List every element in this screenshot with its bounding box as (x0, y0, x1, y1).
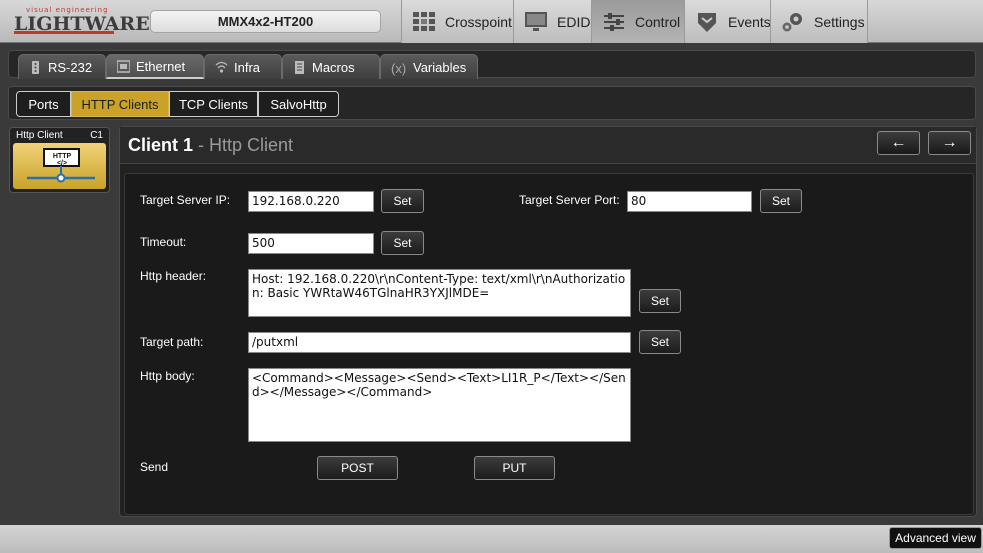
set-timeout-button[interactable]: Set (381, 231, 424, 255)
send-label: Send (140, 460, 169, 474)
timeout-input[interactable]: 500 (248, 233, 374, 254)
lightware-logo: visual engineering LIGHTWARE (12, 6, 150, 36)
tab-variables[interactable]: (x) Variables (380, 54, 478, 79)
subtab-http-clients[interactable]: HTTP Clients (71, 91, 169, 117)
client-type: Http Client (209, 135, 294, 155)
tab-rs232[interactable]: RS-232 (18, 54, 106, 79)
ethernet-port-icon (116, 59, 131, 73)
tab-ethernet[interactable]: Ethernet (106, 54, 204, 79)
tile-badge: HTTP </> (52, 153, 72, 167)
arrow-right-icon: → (941, 134, 958, 151)
subtab-tcp-clients[interactable]: TCP Clients (169, 91, 258, 117)
nav-edid-label: EDID (557, 13, 591, 30)
tab-ethernet-label: Ethernet (136, 58, 186, 74)
tab-infra[interactable]: Infra (204, 54, 282, 79)
bottom-bar (0, 525, 983, 553)
target-ip-label: Target Server IP: (140, 193, 231, 207)
serial-port-icon (29, 60, 42, 74)
target-port-input[interactable]: 80 (627, 191, 752, 212)
target-ip-input[interactable]: 192.168.0.220 (248, 191, 374, 212)
crosspoint-grid-icon (412, 11, 436, 33)
control-tab-bar: RS-232 Ethernet Infra Macros (x) Variabl… (8, 50, 976, 79)
advanced-view-button[interactable]: Advanced view (889, 527, 982, 549)
arrow-left-icon: ← (890, 134, 907, 151)
timeout-label: Timeout: (140, 235, 187, 249)
nav-edid[interactable]: EDID (513, 0, 591, 43)
tile-title: Http Client (16, 130, 63, 141)
http-header-label: Http header: (140, 269, 207, 283)
monitor-icon (524, 11, 548, 33)
http-header-textarea[interactable]: Host: 192.168.0.220\r\nContent-Type: tex… (248, 269, 631, 317)
http-client-tile[interactable]: Http Client C1 HTTP </> (9, 127, 110, 193)
panel-title: Client 1 - Http Client (128, 135, 293, 156)
set-http-header-button[interactable]: Set (639, 289, 681, 313)
gears-icon (781, 11, 805, 33)
subtab-ports[interactable]: Ports (16, 91, 71, 117)
infrared-icon (215, 61, 228, 74)
nav-control-label: Control (635, 13, 681, 30)
target-port-label: Target Server Port: (519, 193, 620, 207)
target-path-input[interactable]: /putxml (248, 332, 631, 353)
tile-body: HTTP </> (13, 143, 106, 189)
device-name-field[interactable]: MMX4x2-HT200 (150, 10, 381, 33)
sliders-icon (602, 11, 626, 33)
set-target-path-button[interactable]: Set (639, 330, 681, 354)
put-button[interactable]: PUT (474, 456, 555, 480)
next-client-button[interactable]: → (928, 131, 971, 155)
nav-settings[interactable]: Settings (770, 0, 868, 43)
tab-variables-label: Variables (413, 59, 467, 75)
tile-header: Http Client C1 (10, 128, 109, 142)
tab-infra-label: Infra (234, 59, 261, 75)
events-shield-icon (695, 11, 719, 33)
top-bar: visual engineering LIGHTWARE MMX4x2-HT20… (0, 0, 983, 43)
previous-client-button[interactable]: ← (877, 131, 920, 155)
subtab-salvohttp[interactable]: SalvoHttp (258, 91, 339, 117)
tab-macros[interactable]: Macros (282, 54, 380, 79)
title-separator: - (193, 135, 210, 155)
set-target-port-button[interactable]: Set (760, 189, 802, 213)
nav-events-label: Events (728, 13, 771, 30)
post-button[interactable]: POST (317, 456, 398, 480)
nav-settings-label: Settings (814, 13, 865, 30)
http-body-textarea[interactable]: <Command><Message><Send><Text>LI1R_P</Te… (248, 368, 631, 442)
nav-control[interactable]: Control (591, 0, 684, 43)
ethernet-subtab-bar: Ports HTTP Clients TCP Clients SalvoHttp (8, 86, 976, 120)
set-target-ip-button[interactable]: Set (381, 189, 424, 213)
tab-macros-label: Macros (312, 59, 355, 75)
logo-underline (14, 31, 114, 34)
tab-rs232-label: RS-232 (48, 59, 93, 75)
macro-document-icon (293, 60, 306, 74)
nav-events[interactable]: Events (684, 0, 771, 43)
nav-crosspoint[interactable]: Crosspoint (401, 0, 513, 43)
nav-crosspoint-label: Crosspoint (445, 13, 512, 30)
variable-x-icon: (x) (391, 60, 407, 76)
http-body-label: Http body: (140, 369, 195, 383)
target-path-label: Target path: (140, 335, 204, 349)
client-settings-form: Target Server IP: 192.168.0.220 Set Targ… (124, 173, 974, 515)
http-client-panel: Client 1 - Http Client ← → Target Server… (119, 126, 977, 517)
tile-id: C1 (90, 130, 103, 141)
panel-header: Client 1 - Http Client ← → (120, 127, 976, 164)
client-name: Client 1 (128, 135, 194, 155)
